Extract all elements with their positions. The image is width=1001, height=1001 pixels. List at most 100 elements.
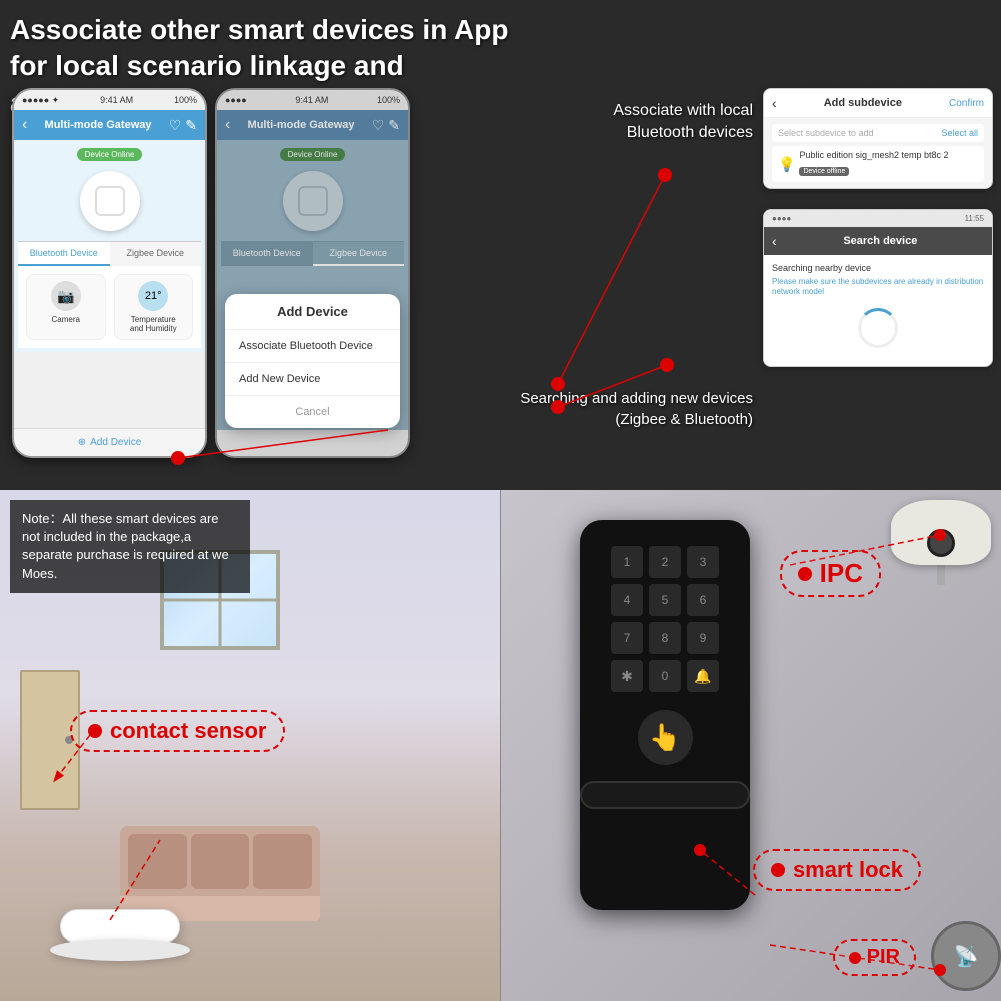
contact-sensor-label: contact sensor	[70, 710, 285, 752]
search-title: Search device	[777, 235, 984, 247]
search-status-right: 11:55	[965, 214, 984, 223]
popup-item-associate-label: Associate Bluetooth Device	[239, 340, 373, 352]
popup-title: Add Device	[225, 294, 400, 330]
smart-lock-dot	[771, 863, 785, 877]
sofa	[120, 826, 320, 921]
phone1-device-camera: 📷 Camera	[26, 274, 106, 340]
sofa-back	[120, 826, 320, 896]
subdevice-placeholder: Select subdevice to add	[778, 128, 874, 138]
right-panel: ‹ Add subdevice Confirm Select subdevice…	[763, 88, 993, 367]
pir-dot	[849, 952, 861, 964]
phone1: ●●●●● ✦ 9:41 AM 100% ‹ Multi-mode Gatewa…	[12, 88, 207, 458]
temp-icon: 21°	[138, 281, 168, 311]
subdevice-input: Select subdevice to add Select all	[772, 124, 984, 142]
phone1-camera-label: Camera	[33, 315, 99, 324]
ipc-label: IPC	[780, 550, 881, 597]
top-section: Associate other smart devices in App for…	[0, 0, 1001, 490]
sofa-cushions	[124, 830, 316, 893]
phone1-status-left: ●●●●● ✦	[22, 95, 59, 106]
key-star: ✱	[611, 660, 643, 692]
pir-sensor-icon: 📡	[954, 944, 979, 969]
cushion-1	[128, 834, 187, 889]
camera-lens	[927, 529, 955, 557]
popup-item-associate[interactable]: Associate Bluetooth Device	[225, 330, 400, 363]
popup-cancel[interactable]: Cancel	[225, 396, 400, 428]
popup-item-add-new-label: Add New Device	[239, 373, 320, 385]
search-status-left: ●●●●	[772, 214, 791, 223]
subdevice-item-row: 💡 Public edition sig_mesh2 temp bt8c 2 D…	[778, 150, 978, 178]
phone2-gateway-icon	[298, 186, 328, 216]
key-9: 9	[687, 622, 719, 654]
camera-body	[891, 500, 991, 565]
search-screen: ●●●● 11:55 ‹ Search device Searching nea…	[763, 209, 993, 367]
smart-hub-base	[50, 939, 190, 961]
key-1: 1	[611, 546, 643, 578]
phone2-status-left: ●●●●	[225, 95, 247, 105]
phone2-device-icon	[283, 171, 343, 231]
phone1-body: Device Online Bluetooth Device Zigbee De…	[14, 140, 205, 352]
plus-icon: ⊕	[78, 437, 86, 448]
note-box: Note：All these smart devices are not inc…	[10, 500, 250, 593]
subdevice-header: ‹ Add subdevice Confirm	[764, 89, 992, 118]
smart-lock: 1 2 3 4 5 6 7 8 9 ✱ 0 🔔 👆	[580, 520, 750, 910]
search-nearby-text: Searching nearby device	[772, 263, 984, 273]
bottom-left-panel: Note：All these smart devices are not inc…	[0, 490, 500, 1001]
phone1-title: Multi-mode Gateway	[27, 119, 168, 131]
search-header: ‹ Search device	[764, 227, 992, 255]
search-note-text: Please make sure the subdevices are alre…	[772, 277, 984, 298]
ipc-dot	[798, 567, 812, 581]
key-0: 0	[649, 660, 681, 692]
phone1-device-temp: 21° Temperature and Humidity	[114, 274, 194, 340]
phone1-header: ‹ Multi-mode Gateway ♡ ✎	[14, 110, 205, 140]
key-2: 2	[649, 546, 681, 578]
phone1-temp-label: Temperature and Humidity	[121, 315, 187, 333]
ipc-camera-container	[891, 500, 991, 585]
phone1-tab-bluetooth[interactable]: Bluetooth Device	[18, 242, 110, 266]
phone1-add-device[interactable]: ⊕ Add Device	[14, 428, 205, 456]
contact-sensor-oval: contact sensor	[70, 710, 285, 752]
subdevice-select-all[interactable]: Select all	[941, 128, 978, 138]
ipc-oval: IPC	[780, 550, 881, 597]
phone2-status-bar: ●●●● 9:41 AM 100%	[217, 90, 408, 110]
phone2-header: ‹ Multi-mode Gateway ♡ ✎	[217, 110, 408, 140]
phone1-tab-zigbee[interactable]: Zigbee Device	[110, 242, 202, 266]
subdevice-status: Device offline	[799, 167, 849, 176]
phone1-badge: Device Online	[77, 148, 143, 161]
keypad: 1 2 3 4 5 6 7 8 9 ✱ 0 🔔	[611, 546, 719, 692]
smart-lock-label: smart lock	[753, 849, 921, 891]
phone1-container: ●●●●● ✦ 9:41 AM 100% ‹ Multi-mode Gatewa…	[12, 88, 207, 458]
lock-handle	[580, 781, 750, 809]
key-6: 6	[687, 584, 719, 616]
phone2-tab-bluetooth[interactable]: Bluetooth Device	[221, 242, 313, 266]
key-hash: 🔔	[687, 660, 719, 692]
label-bluetooth: Associate with local Bluetooth devices	[613, 100, 753, 145]
pir-text: PIR	[867, 946, 900, 969]
phone2-status-right: 100%	[377, 95, 400, 105]
smart-hub-container	[50, 909, 190, 961]
phone1-gateway-icon	[95, 186, 125, 216]
bluetooth-label-text: Associate with local Bluetooth devices	[613, 102, 753, 141]
search-status-bar: ●●●● 11:55	[764, 210, 992, 227]
cushion-3	[253, 834, 312, 889]
bottom-note-text: Note：All these smart devices are not inc…	[22, 511, 229, 581]
phone2-tab-zigbee[interactable]: Zigbee Device	[313, 242, 405, 266]
phone2-tabs: Bluetooth Device Zigbee Device	[221, 241, 404, 266]
phone2-title: Multi-mode Gateway	[230, 119, 371, 131]
key-7: 7	[611, 622, 643, 654]
phone1-edit-icon[interactable]: ✎	[185, 117, 197, 134]
popup-item-add-new[interactable]: Add New Device	[225, 363, 400, 396]
search-body: Searching nearby device Please make sure…	[764, 255, 992, 366]
subdevice-confirm[interactable]: Confirm	[949, 98, 984, 109]
phone1-shield-icon[interactable]: ♡	[169, 117, 182, 134]
smart-lock-text: smart lock	[793, 857, 903, 883]
phone1-status-time: 9:41 AM	[100, 95, 133, 105]
subdevice-screen: ‹ Add subdevice Confirm Select subdevice…	[763, 88, 993, 189]
contact-sensor-dot	[88, 724, 102, 738]
bottom-section: Note：All these smart devices are not inc…	[0, 490, 1001, 1001]
subdevice-title: Add subdevice	[777, 97, 949, 109]
contact-sensor-text: contact sensor	[110, 718, 267, 744]
phone1-status-right: 100%	[174, 95, 197, 105]
subdevice-name: Public edition sig_mesh2 temp bt8c 2	[799, 150, 948, 160]
phone1-tabs: Bluetooth Device Zigbee Device	[18, 241, 201, 266]
pir-label: PIR	[833, 939, 916, 976]
